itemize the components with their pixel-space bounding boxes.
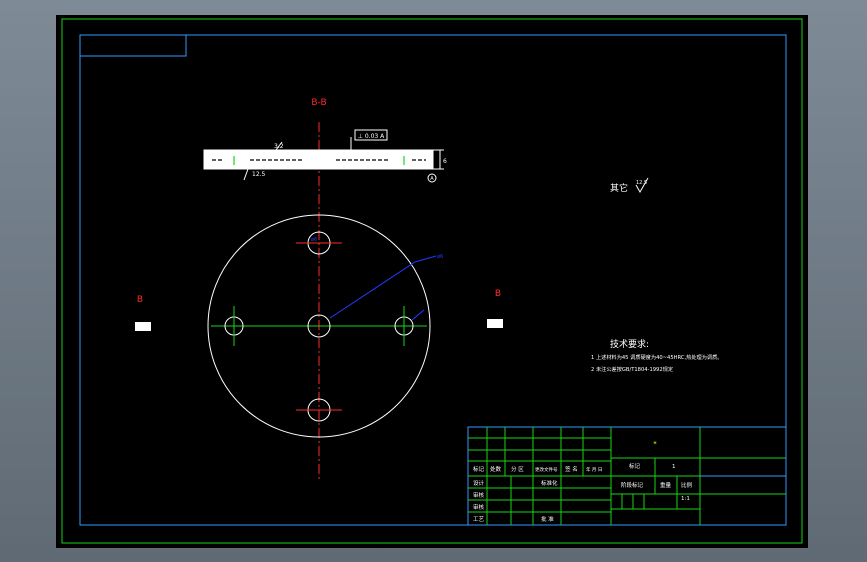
tech-item-1: 1 上述材料为45 调质硬度为40~45HRC,热处理为调质。 bbox=[591, 353, 722, 361]
diameter-leader-text: ø6 bbox=[437, 254, 443, 260]
row-label-1: 设计 bbox=[473, 479, 485, 487]
col-label-4: 更改文件号 bbox=[535, 466, 558, 473]
view-marker-left-label: B bbox=[137, 295, 143, 305]
row-label-4: 工艺 bbox=[473, 516, 485, 523]
scale-label: 比例 bbox=[681, 481, 693, 489]
approve-label: 批 准 bbox=[541, 515, 554, 523]
row-label-2: 审核 bbox=[473, 491, 485, 499]
hole-dim-text: ø6 bbox=[311, 237, 317, 243]
section-label: B-B bbox=[311, 98, 326, 108]
section-plate bbox=[203, 149, 434, 170]
stage-mark-label: 阶段标记 bbox=[621, 481, 644, 489]
surface-note-label: 其它 bbox=[610, 182, 628, 194]
roughness-bottom-value: 12.5 bbox=[252, 171, 266, 178]
col-label-6: 年 月 日 bbox=[586, 466, 602, 473]
drawing-canvas bbox=[56, 15, 808, 548]
view-marker-right bbox=[487, 319, 503, 328]
col-label-1: 标记 bbox=[473, 465, 485, 473]
view-marker-right-label: B bbox=[495, 289, 501, 299]
scale-value: 1:1 bbox=[681, 496, 690, 502]
col-label-5: 签 名 bbox=[565, 465, 578, 473]
datum-label: 6 bbox=[443, 158, 447, 165]
tolerance-frame-text: ⊥ 0.03 A bbox=[358, 133, 385, 140]
row-label-3: 审核 bbox=[473, 503, 485, 511]
standardize-label: 标准化 bbox=[541, 479, 558, 487]
sheet-label: 标记 bbox=[629, 462, 641, 470]
part-name: * bbox=[653, 440, 657, 448]
col-label-2: 处数 bbox=[490, 465, 502, 473]
weight-value: 1 bbox=[672, 464, 676, 470]
tech-title: 技术要求: bbox=[610, 338, 649, 350]
weight-label: 重量 bbox=[660, 481, 672, 489]
datum-letter: A bbox=[430, 176, 434, 182]
tech-item-2: 2 未注公差按GB/T1804-1992规定 bbox=[591, 365, 673, 373]
view-marker-left bbox=[135, 322, 151, 331]
roughness-top-value: 3.2 bbox=[274, 143, 284, 150]
col-label-3: 分 区 bbox=[511, 465, 524, 473]
drawing-viewport[interactable]: B-B 6 A ⊥ 0.03 A 3.2 12.5 ø6 ø6 B B 其它 1… bbox=[0, 0, 867, 562]
